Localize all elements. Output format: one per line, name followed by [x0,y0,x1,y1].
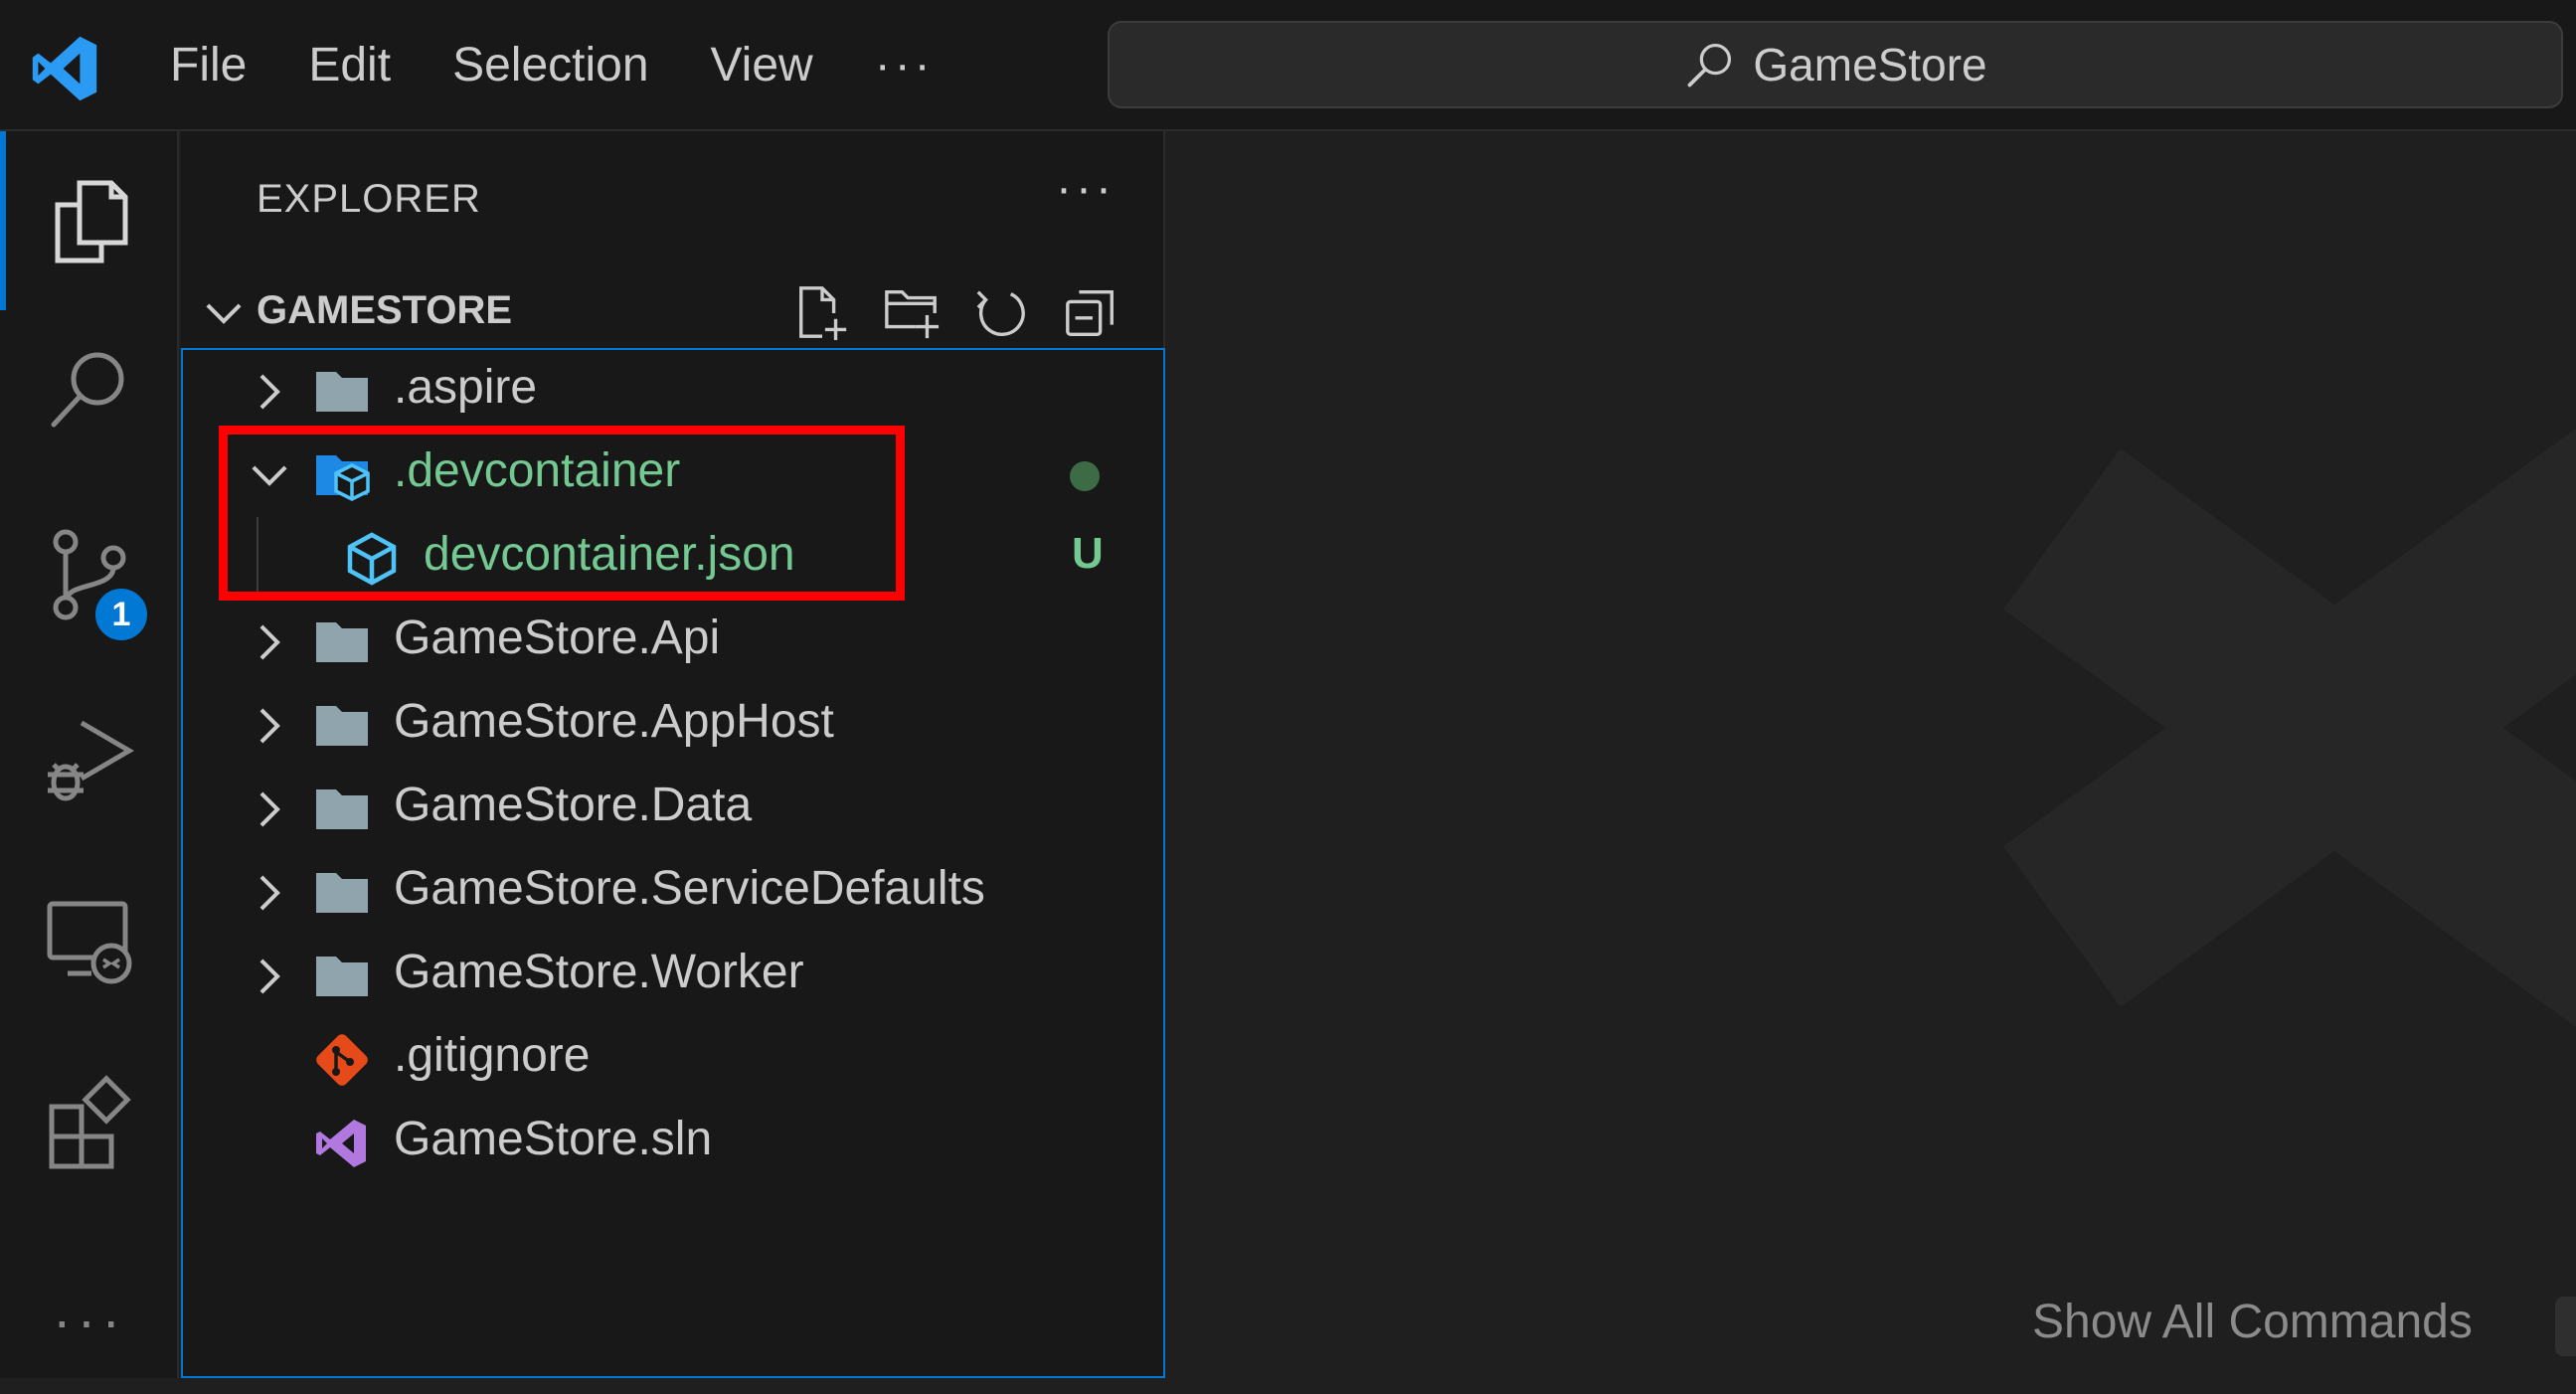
chevron-right-icon [259,374,280,410]
chevron-right-icon [259,958,280,994]
tree-item-gamestore-apphost[interactable]: GameStore.AppHost [183,684,1163,768]
command-center-search[interactable]: GameStore [1108,21,2563,108]
remote-explorer-icon [47,901,132,984]
tree-item-label: GameStore.Data [394,779,753,831]
vscode-watermark-icon [2003,428,2576,1028]
chevron-right-icon [259,624,280,660]
explorer-icon [55,180,128,263]
new-file-button[interactable] [777,278,867,348]
tree-item-label: GameStore.sln [394,1113,713,1165]
tree-item-label: GameStore.AppHost [394,695,834,748]
folder-icon [316,957,368,996]
tree-item-gamestore-worker[interactable]: GameStore.Worker [183,935,1163,1018]
chevron-right-icon [259,875,280,911]
new-folder-icon [885,290,940,339]
modified-dot-icon [1070,461,1100,491]
tree-item-label: GameStore.ServiceDefaults [394,862,985,915]
collapse-all-button[interactable] [1046,278,1135,348]
activity-source-control[interactable]: 1 [0,499,179,648]
git-file-icon [316,1034,368,1086]
new-folder-button[interactable] [867,278,956,348]
menu-view[interactable]: View [680,0,844,131]
activity-search[interactable] [0,314,179,463]
menu-file[interactable]: File [139,0,277,131]
tree-item-gamestore-sln[interactable]: GameStore.sln [183,1102,1163,1185]
menu-bar: File Edit Selection View ··· [139,0,965,131]
search-icon [51,352,124,428]
workspace-title: GAMESTORE [257,288,513,332]
explorer-sidebar: EXPLORER ··· GAMESTORE .aspire .devconta… [181,131,1165,1378]
menu-edit[interactable]: Edit [277,0,422,131]
extensions-icon [49,1075,131,1169]
workspace-section-header[interactable]: GAMESTORE [181,270,1165,354]
tree-item-gamestore-api[interactable]: GameStore.Api [183,601,1163,684]
tree-item-label: GameStore.Worker [394,946,804,998]
run-debug-icon [48,720,134,801]
chevron-down-icon [206,303,242,324]
show-all-commands-hint: Show All Commands [2032,1296,2473,1348]
refresh-button[interactable] [956,278,1046,348]
search-text: GameStore [1753,39,1987,90]
folder-icon [316,789,368,829]
activity-more-icon[interactable]: ··· [0,1245,179,1394]
collapse-all-icon [1066,290,1114,336]
file-tree: .aspire .devcontainer devcontainer.json … [181,348,1165,1378]
highlight-box [219,426,905,601]
untracked-status: U [1072,529,1104,578]
folder-icon [316,706,368,746]
menu-selection[interactable]: Selection [422,0,679,131]
tree-item-gamestore-servicedefaults[interactable]: GameStore.ServiceDefaults [183,851,1163,935]
vscode-logo-icon[interactable] [30,34,99,103]
activity-run-debug[interactable] [0,684,179,833]
tree-item-aspire[interactable]: .aspire [183,350,1163,434]
tree-item-label: .aspire [394,361,538,414]
folder-icon [316,622,368,662]
section-actions [777,278,1135,348]
tree-item-gamestore-data[interactable]: GameStore.Data [183,768,1163,851]
search-icon [1687,43,1732,87]
activity-remote-explorer[interactable] [0,867,179,1016]
tree-item-label: GameStore.Api [394,611,721,664]
activity-explorer[interactable] [0,131,179,310]
tree-item-label: .gitignore [394,1029,591,1082]
refresh-icon [976,290,1025,336]
menu-more-icon[interactable]: ··· [844,6,965,125]
explorer-title: EXPLORER [257,177,481,221]
activity-bar: 1 ··· [0,131,179,1378]
title-bar: File Edit Selection View ··· GameStore [0,0,2576,131]
chevron-right-icon [259,791,280,827]
visual-studio-solution-icon [316,1120,366,1167]
new-file-icon [799,286,847,341]
keybinding-key [2555,1297,2576,1356]
explorer-more-icon[interactable]: ··· [1056,161,1116,216]
source-control-badge: 1 [91,585,151,644]
editor-area: Show All Commands [1167,131,2576,1378]
folder-icon [316,873,368,913]
tree-item-gitignore[interactable]: .gitignore [183,1018,1163,1102]
activity-extensions[interactable] [0,1050,179,1199]
chevron-right-icon [259,708,280,744]
folder-icon [316,372,368,412]
